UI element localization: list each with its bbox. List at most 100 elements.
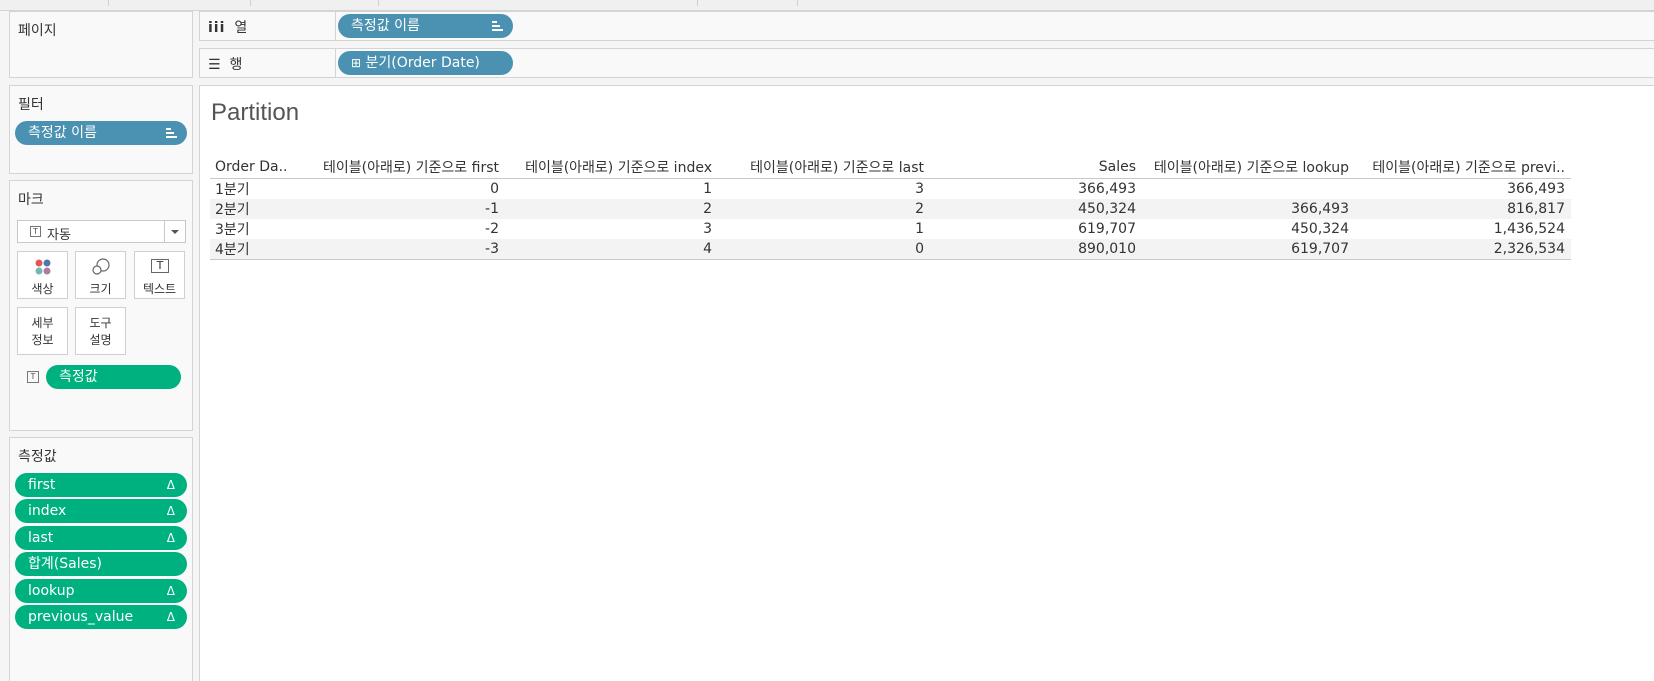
pill-label: 측정값 이름 — [28, 125, 97, 141]
worksheet-title[interactable]: Partition — [211, 99, 299, 127]
cell: 3 — [915, 180, 924, 197]
table-calc-delta-icon: Δ — [166, 610, 175, 624]
cell: 2,326,534 — [1355, 238, 1571, 260]
measure-pill-lookup[interactable]: lookup Δ — [15, 579, 187, 603]
detail-label-line1: 세부 — [31, 316, 54, 330]
shelf-divider — [335, 12, 336, 40]
worksheet-canvas[interactable]: Partition Order Da.. 테이블(아래로) 기준으로 first… — [199, 85, 1654, 681]
cell: 3 — [703, 220, 712, 237]
pill-label: lookup — [28, 583, 75, 599]
columns-shelf[interactable]: iii 열 측정값 이름 — [199, 11, 1654, 41]
detail-label-line2: 정보 — [31, 333, 54, 347]
pill-label: 분기(Order Date) — [365, 55, 480, 71]
mark-type-value: 자동 — [47, 228, 71, 243]
cell: 619,707 — [1142, 238, 1355, 260]
cell: 2 — [718, 198, 930, 219]
marks-card: 마크 — [9, 180, 193, 431]
table-row[interactable]: 2분기 -1 2 2 450,324 366,493 816,817 — [210, 198, 1571, 219]
column-header[interactable]: Sales — [930, 156, 1142, 179]
chevron-down-icon[interactable] — [171, 230, 179, 234]
row-header: 3분기 — [215, 221, 250, 238]
row-header: 2분기 — [210, 198, 302, 219]
rows-shelf-label: ☰ 행 — [208, 54, 242, 74]
columns-pill-measure-names[interactable]: 측정값 이름 — [338, 14, 513, 38]
measure-pill-sum-sales[interactable]: 합계(Sales) — [15, 552, 187, 576]
table-row[interactable]: 4분기 -3 4 0 890,010 619,707 2,326,534 — [210, 238, 1571, 260]
cell: 450,324 — [1291, 220, 1349, 237]
size-button-label: 크기 — [89, 282, 112, 296]
pill-label: 합계(Sales) — [28, 556, 102, 572]
table-calc-delta-icon: Δ — [166, 584, 175, 598]
table-row[interactable]: 1분기 0 1 3 366,493 366,493 — [210, 178, 1571, 199]
cell: 1,436,524 — [1493, 220, 1565, 237]
column-header[interactable]: Order Da.. — [210, 156, 302, 179]
column-header[interactable]: 테이블(아래로) 기준으로 previ.. — [1355, 156, 1571, 179]
filters-title: 필터 — [18, 97, 44, 113]
pill-label: 측정값 — [59, 369, 98, 385]
row-header: 1분기 — [215, 181, 250, 198]
table-calc-delta-icon: Δ — [166, 504, 175, 518]
tooltip-label-line2: 설명 — [89, 333, 112, 347]
cell: 890,010 — [930, 238, 1142, 260]
filters-card[interactable]: 필터 측정값 이름 — [9, 85, 193, 174]
columns-shelf-label: iii 열 — [208, 17, 247, 37]
expand-icon[interactable]: ⊞ — [351, 56, 361, 70]
marks-title: 마크 — [18, 192, 44, 208]
text-button[interactable]: T 텍스트 — [134, 251, 185, 299]
detail-button[interactable]: 세부 정보 — [17, 307, 68, 355]
pill-label: 측정값 이름 — [351, 18, 420, 34]
color-button-label: 색상 — [31, 282, 54, 296]
cell: 816,817 — [1355, 198, 1571, 219]
text-encoding-icon: T — [27, 371, 39, 383]
row-header: 4분기 — [210, 238, 302, 260]
cell — [1142, 178, 1355, 199]
rows-label-text: 행 — [229, 57, 243, 73]
cell: 619,707 — [1078, 220, 1136, 237]
table-calc-delta-icon: Δ — [166, 478, 175, 492]
text-mark-icon: T — [30, 226, 41, 237]
filter-pill-measure-names[interactable]: 측정값 이름 — [15, 121, 187, 145]
column-header[interactable]: 테이블(아래로) 기준으로 index — [505, 156, 718, 179]
pages-card[interactable]: 페이지 — [9, 11, 193, 78]
columns-label-text: 열 — [234, 20, 248, 36]
size-button[interactable]: 크기 — [75, 251, 126, 299]
dropdown-divider — [164, 221, 165, 242]
cell: 366,493 — [1507, 180, 1565, 197]
cell: -1 — [302, 198, 505, 219]
measure-pill-index[interactable]: index Δ — [15, 499, 187, 523]
rows-pill-quarter[interactable]: ⊞ 분기(Order Date) — [338, 51, 513, 75]
column-header[interactable]: 테이블(아래로) 기준으로 lookup — [1142, 156, 1355, 179]
measure-pill-last[interactable]: last Δ — [15, 526, 187, 550]
mark-type-dropdown[interactable]: T 자동 — [17, 220, 186, 243]
marks-text-pill[interactable]: 측정값 — [46, 365, 181, 389]
measure-pill-first[interactable]: first Δ — [15, 473, 187, 497]
pill-label: last — [28, 530, 54, 546]
rows-shelf[interactable]: ☰ 행 ⊞ 분기(Order Date) — [199, 48, 1654, 78]
table-row[interactable]: 3분기 -2 3 1 619,707 450,324 1,436,524 — [210, 219, 1571, 239]
table-header-row: Order Da.. 테이블(아래로) 기준으로 first 테이블(아래로) … — [210, 156, 1571, 179]
tooltip-button[interactable]: 도구 설명 — [75, 307, 126, 355]
rows-icon: ☰ — [208, 57, 221, 73]
shelf-divider — [335, 49, 336, 77]
pill-label: index — [28, 503, 67, 519]
tooltip-label-line1: 도구 — [89, 316, 112, 330]
measure-pill-previous-value[interactable]: previous_value Δ — [15, 605, 187, 629]
size-icon — [92, 258, 110, 275]
cell: 366,493 — [1078, 180, 1136, 197]
cell: 4 — [505, 238, 718, 260]
color-button[interactable]: 색상 — [17, 251, 68, 299]
measure-values-title: 측정값 — [18, 449, 57, 465]
column-header[interactable]: 테이블(아래로) 기준으로 last — [718, 156, 930, 179]
pages-title: 페이지 — [18, 23, 57, 39]
cell: 0 — [718, 238, 930, 260]
cell: 0 — [490, 180, 499, 197]
sort-icon — [166, 121, 177, 145]
cell: -3 — [302, 238, 505, 260]
cell: 1 — [915, 220, 924, 237]
text-icon: T — [151, 259, 169, 273]
cell: 366,493 — [1142, 198, 1355, 219]
pill-label: first — [28, 477, 56, 493]
table-calc-delta-icon: Δ — [166, 531, 175, 545]
column-header[interactable]: 테이블(아래로) 기준으로 first — [302, 156, 505, 179]
pill-label: previous_value — [28, 609, 134, 625]
